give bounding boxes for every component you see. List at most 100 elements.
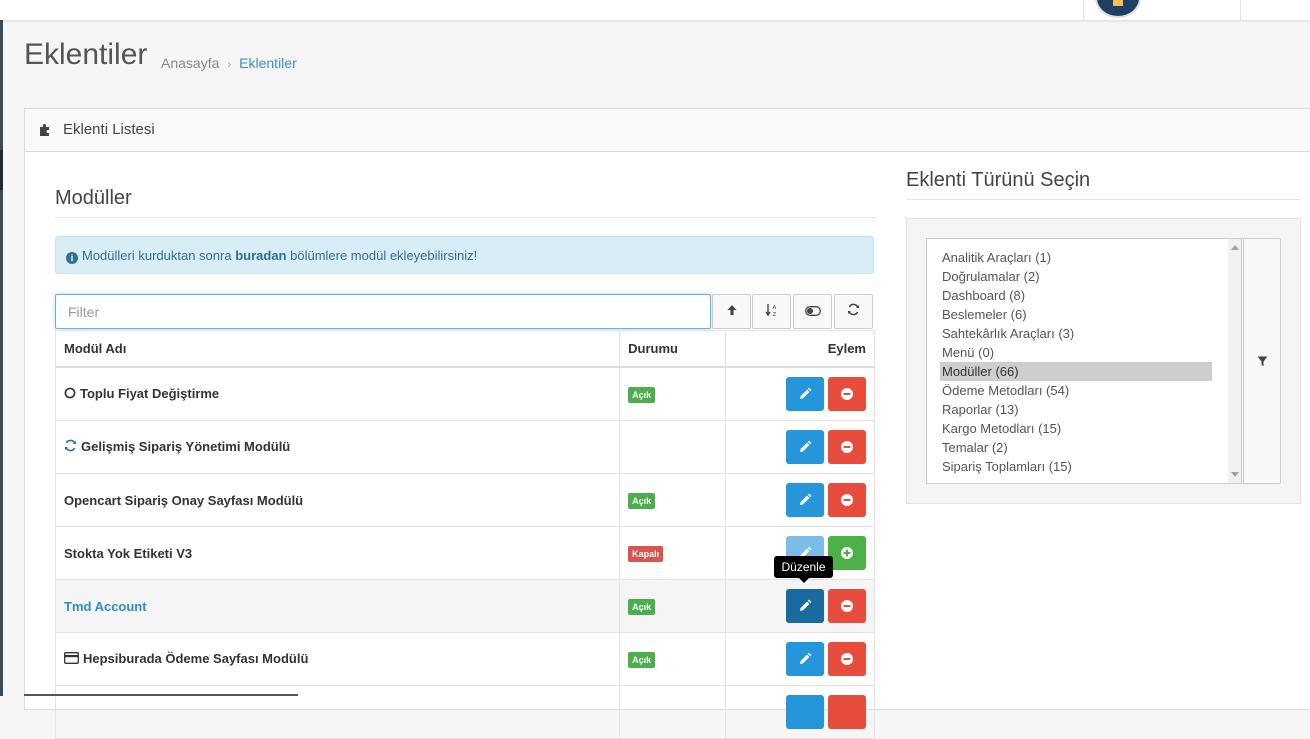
module-actions-cell: [725, 579, 875, 633]
extension-type-option[interactable]: Doğrulamalar (2): [940, 267, 1212, 286]
breadcrumb-home[interactable]: Anasayfa: [161, 55, 219, 71]
circle-icon: [64, 387, 76, 402]
page-title: Eklentiler: [24, 38, 148, 71]
extension-type-option[interactable]: Raporlar (13): [940, 400, 1212, 419]
module-actions-cell: [725, 366, 875, 421]
module-name: Gelişmiş Sipariş Yönetimi Modülü: [81, 439, 291, 454]
table-row: Tmd Account Açık: [54, 579, 875, 633]
module-name-cell[interactable]: Tmd Account: [54, 579, 621, 633]
extension-type-option[interactable]: Sahtekârlık Araçları (3): [940, 324, 1212, 343]
module-name-cell: Gelişmiş Sipariş Yönetimi Modülü: [54, 420, 621, 474]
credit-card-icon: [64, 652, 79, 667]
table-header-row: Modül Adı Durumu Eylem: [54, 330, 875, 368]
sort-up-button[interactable]: [712, 294, 751, 329]
extension-type-select[interactable]: Analitik Araçları (1) Doğrulamalar (2) Das…: [926, 238, 1242, 484]
module-actions-cell: [725, 632, 875, 686]
module-name-cell: Hepsiburada Ödeme Sayfası Modülü: [54, 632, 621, 686]
info-icon: i: [66, 252, 78, 264]
toggle-icon: [804, 304, 821, 320]
install-button[interactable]: [828, 536, 866, 570]
extension-type-option[interactable]: Dashboard (8): [940, 286, 1212, 305]
scroll-down-icon[interactable]: [1231, 472, 1239, 477]
edit-button[interactable]: [786, 589, 824, 623]
uninstall-button[interactable]: [828, 642, 866, 676]
svg-text:A: A: [772, 305, 776, 311]
column-header-name: Modül Adı: [54, 330, 621, 368]
breadcrumb-current[interactable]: Eklentiler: [239, 55, 297, 71]
extension-type-option[interactable]: Menü (0): [940, 343, 1212, 362]
extension-type-option[interactable]: Analitik Araçları (1): [940, 248, 1212, 267]
extension-type-option[interactable]: Kargo Metodları (15): [940, 419, 1212, 438]
module-status-cell: Açık: [619, 579, 727, 633]
extension-type-option[interactable]: Ödeme Metodları (54): [940, 381, 1212, 400]
status-badge: Kapalı: [628, 545, 664, 562]
module-name[interactable]: Tmd Account: [64, 599, 147, 614]
uninstall-button[interactable]: [828, 589, 866, 623]
table-row: Opencart Sipariş Onay Sayfası Modülü Açık: [54, 473, 875, 527]
table-row: Toplu Fiyat Değiştirme Açık: [54, 366, 875, 421]
scroll-up-icon[interactable]: [1231, 245, 1239, 250]
edit-button[interactable]: [786, 695, 824, 729]
table-row: Stokta Yok Etiketi V3 Kapalı: [54, 526, 875, 580]
arrow-up-icon: [726, 304, 738, 320]
uninstall-button[interactable]: [828, 377, 866, 411]
user-avatar[interactable]: [1095, 0, 1141, 18]
alert-text-strong: buradan: [235, 248, 287, 263]
filter-type-button[interactable]: [1243, 238, 1281, 484]
svg-text:Z: Z: [772, 312, 776, 317]
uninstall-button[interactable]: [828, 695, 866, 729]
extension-type-option[interactable]: Beslemeler (6): [940, 305, 1212, 324]
sidebar-edge: [0, 20, 3, 696]
extension-type-option[interactable]: Temalar (2): [940, 438, 1212, 457]
edit-button[interactable]: [786, 483, 824, 517]
status-badge: Açık: [628, 492, 656, 509]
alert-text-after: bölümlere modül ekleyebilirsiniz!: [286, 248, 478, 263]
module-actions-cell: [725, 685, 875, 739]
info-alert: i Modülleri kurduktan sonra buradan bölüm…: [55, 236, 874, 274]
column-header-status: Durumu: [619, 330, 727, 368]
module-status-cell: [619, 420, 727, 474]
toggle-status-button[interactable]: [793, 294, 832, 329]
navbar-divider: [1083, 0, 1084, 20]
edit-button[interactable]: [786, 642, 824, 676]
uninstall-button[interactable]: [828, 430, 866, 464]
module-name-cell: Toplu Fiyat Değiştirme: [54, 366, 621, 421]
table-row: Hepsiburada Ödeme Sayfası Modülü Açık: [54, 632, 875, 686]
module-name: Hepsiburada Ödeme Sayfası Modülü: [83, 651, 309, 666]
status-badge: Açık: [628, 386, 656, 403]
extension-type-divider: [906, 199, 1300, 200]
edit-tooltip: Düzenle: [774, 556, 833, 583]
module-actions-cell: [725, 473, 875, 527]
edit-button[interactable]: [786, 377, 824, 411]
sort-alpha-button[interactable]: AZ: [752, 294, 791, 329]
filter-input[interactable]: [55, 294, 711, 329]
module-name-cell: Opencart Sipariş Onay Sayfası Modülü: [54, 473, 621, 527]
extension-type-option[interactable]: Modüller (66): [940, 362, 1212, 381]
modules-table: Modül Adı Durumu Eylem Toplu Fiyat Değiş…: [54, 330, 875, 739]
module-status-cell: Açık: [619, 473, 727, 527]
edit-button[interactable]: [786, 430, 824, 464]
module-name: Toplu Fiyat Değiştirme: [80, 386, 220, 401]
module-actions-cell: [725, 420, 875, 474]
breadcrumb: Anasayfa › Eklentiler: [161, 55, 297, 71]
module-name: Stokta Yok Etiketi V3: [64, 545, 193, 561]
module-status-cell: Açık: [619, 366, 727, 421]
select-scrollbar[interactable]: [1228, 239, 1241, 483]
refresh-button[interactable]: [834, 294, 873, 329]
status-badge: Açık: [628, 651, 656, 668]
status-badge: Açık: [628, 598, 656, 615]
refresh-icon: [64, 439, 77, 455]
top-navbar: [0, 0, 1310, 21]
refresh-icon: [847, 303, 860, 320]
sidebar-edge-dark: [0, 150, 3, 190]
modules-heading-divider: [55, 217, 876, 218]
navbar-divider: [1240, 0, 1241, 20]
modules-heading: Modüller: [55, 187, 132, 209]
table-row: Gelişmiş Sipariş Yönetimi Modülü: [54, 420, 875, 474]
module-name: Opencart Sipariş Onay Sayfası Modülü: [64, 492, 304, 508]
panel-heading: Eklenti Listesi: [25, 109, 1310, 152]
uninstall-button[interactable]: [828, 483, 866, 517]
extension-type-option[interactable]: Sipariş Toplamları (15): [940, 457, 1212, 476]
module-name-cell: Stokta Yok Etiketi V3: [54, 526, 621, 580]
alert-text-before: Modülleri kurduktan sonra: [82, 248, 236, 263]
